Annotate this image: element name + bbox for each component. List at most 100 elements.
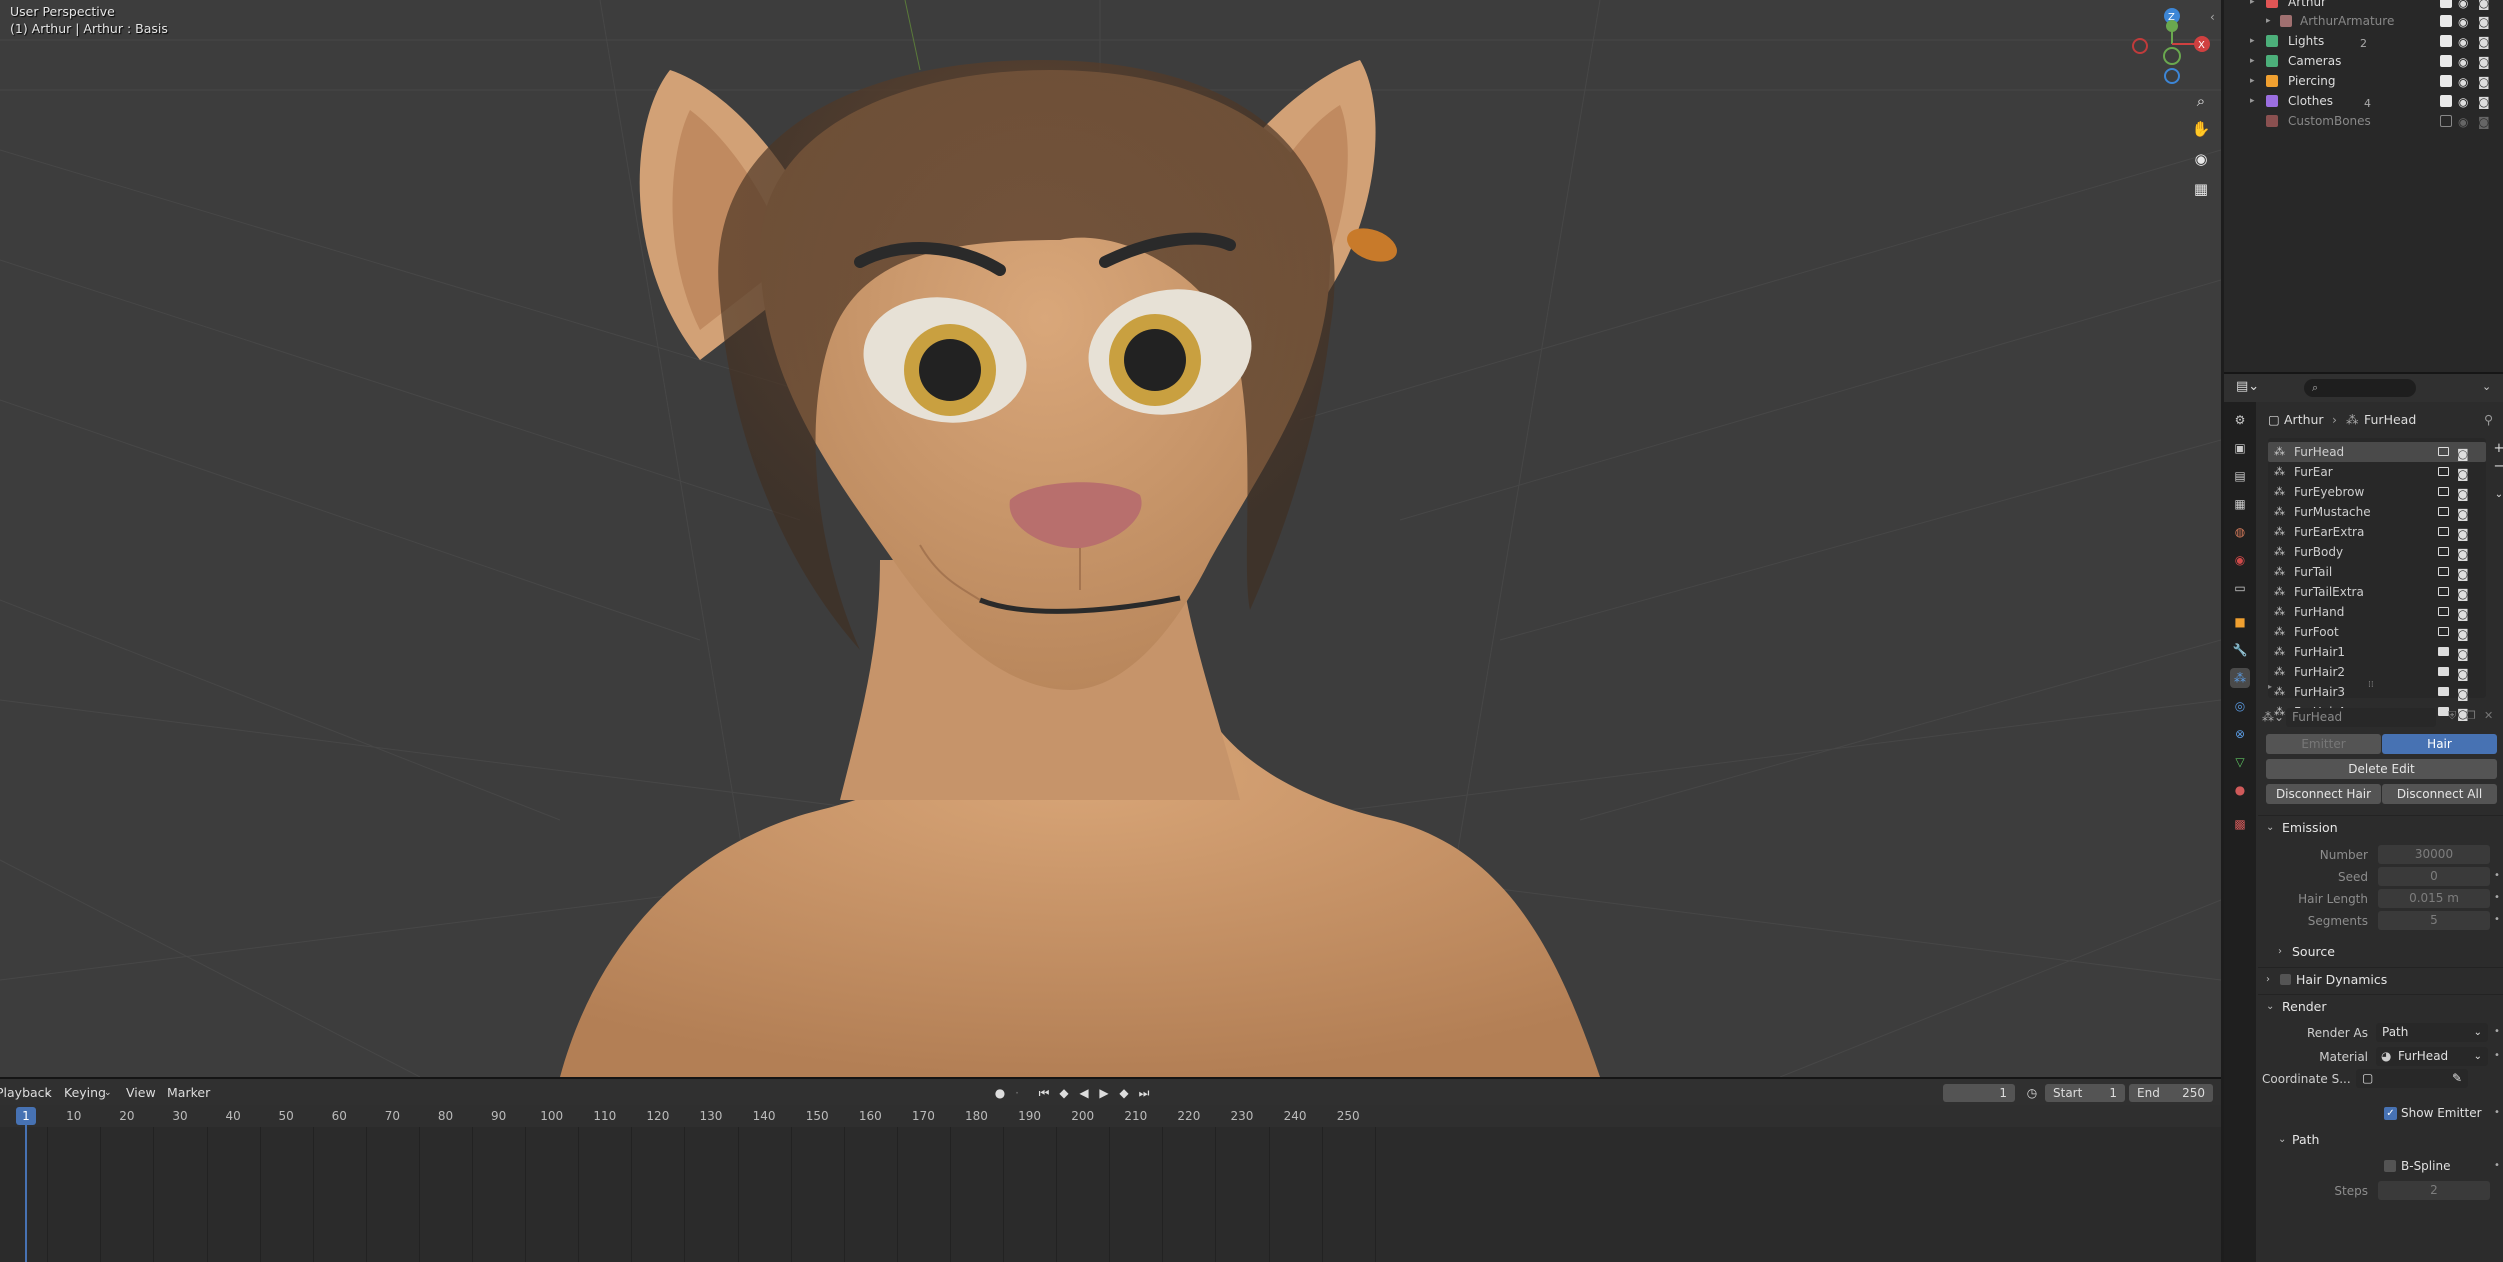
particle-system-item[interactable]: ⁂ FurHead ◙ bbox=[2268, 442, 2486, 462]
particle-system-item[interactable]: ⁂ FurEyebrow ◙ bbox=[2268, 482, 2486, 502]
menu-view[interactable]: View bbox=[126, 1085, 156, 1100]
editor-type-icon[interactable]: ▤⌄ bbox=[2236, 379, 2260, 397]
render-camera-icon[interactable]: ◙ bbox=[2457, 624, 2469, 644]
menu-keying[interactable]: Keying bbox=[64, 1085, 106, 1100]
collection-tab-icon[interactable]: ▭ bbox=[2230, 578, 2250, 598]
playhead-line[interactable] bbox=[25, 1125, 27, 1262]
exclude-checkbox[interactable] bbox=[2440, 95, 2452, 107]
hair-length-field[interactable]: 0.015 m bbox=[2378, 889, 2490, 908]
keyframe-dot-icon[interactable]: • bbox=[2494, 914, 2500, 925]
view-layer-tab-icon[interactable]: ▦ bbox=[2230, 494, 2250, 514]
record-options-icon[interactable]: · bbox=[1012, 1084, 1022, 1102]
steps-field[interactable]: 2 bbox=[2378, 1181, 2490, 1200]
particle-system-item[interactable]: ⁂ FurTailExtra ◙ bbox=[2268, 582, 2486, 602]
outliner-row[interactable]: ▸ Piercing ◉ ◙ bbox=[2224, 71, 2503, 91]
particle-system-item[interactable]: ⁂ FurFoot ◙ bbox=[2268, 622, 2486, 642]
expand-arrow-icon[interactable]: ▸ bbox=[2250, 31, 2255, 51]
modifier-wrench-icon[interactable]: 🔧 bbox=[2230, 640, 2250, 660]
expand-arrow-icon[interactable]: ▸ bbox=[2250, 71, 2255, 91]
render-camera-icon[interactable]: ◙ bbox=[2478, 12, 2490, 32]
render-camera-icon[interactable]: ◙ bbox=[2457, 664, 2469, 684]
render-camera-icon[interactable]: ◙ bbox=[2478, 92, 2490, 112]
viewport-display-toggle-icon[interactable] bbox=[2438, 667, 2449, 676]
disconnect-hair-button[interactable]: Disconnect Hair bbox=[2266, 784, 2381, 804]
resize-grip-icon[interactable]: ⁞⁞ bbox=[2368, 680, 2374, 690]
outliner-row[interactable]: ▸ Clothes 4 ◉ ◙ bbox=[2224, 91, 2503, 111]
world-tab-icon[interactable]: ◉ bbox=[2230, 550, 2250, 570]
particle-system-item[interactable]: ⁂ FurHair1 ◙ bbox=[2268, 642, 2486, 662]
viewport-display-toggle-icon[interactable] bbox=[2438, 487, 2449, 496]
render-camera-icon[interactable]: ◙ bbox=[2478, 72, 2490, 92]
physics-tab-icon[interactable]: ◎ bbox=[2230, 696, 2250, 716]
hand-pan-icon[interactable]: ✋ bbox=[2188, 116, 2214, 142]
record-icon[interactable]: ● bbox=[990, 1084, 1010, 1102]
viewport-display-toggle-icon[interactable] bbox=[2438, 587, 2449, 596]
outliner-row[interactable]: CustomBones ◉ ◙ bbox=[2224, 111, 2503, 131]
viewport-display-toggle-icon[interactable] bbox=[2438, 687, 2449, 696]
render-camera-icon[interactable]: ◙ bbox=[2457, 524, 2469, 544]
keyframe-dot-icon[interactable]: • bbox=[2494, 1050, 2500, 1061]
end-frame-field[interactable]: End 250 bbox=[2129, 1084, 2213, 1102]
collapse-chevron-icon[interactable]: ‹ bbox=[2210, 10, 2215, 24]
particle-system-item[interactable]: ⁂ FurBody ◙ bbox=[2268, 542, 2486, 562]
expand-arrow-icon[interactable]: ▸ bbox=[2268, 682, 2272, 691]
search-input[interactable]: ⌕ bbox=[2304, 379, 2416, 397]
object-tab-icon[interactable]: ■ bbox=[2230, 612, 2250, 632]
outliner-panel[interactable]: ▸ Arthur ◉ ◙ ▸ ArthurArmature ◉ ◙ ▸ Lights 2 ◉ ◙ ▸ Cam… bbox=[2224, 0, 2503, 372]
render-camera-icon[interactable]: ◙ bbox=[2478, 112, 2490, 132]
viewport-display-toggle-icon[interactable] bbox=[2438, 527, 2449, 536]
constraints-tab-icon[interactable]: ⊗ bbox=[2230, 724, 2250, 744]
play-reverse-icon[interactable]: ◀ bbox=[1075, 1084, 1093, 1102]
add-system-button[interactable]: + bbox=[2492, 442, 2503, 456]
render-camera-icon[interactable]: ◙ bbox=[2478, 32, 2490, 52]
fake-user-shield-icon[interactable]: ⛨ bbox=[2448, 709, 2456, 723]
render-camera-icon[interactable]: ◙ bbox=[2457, 464, 2469, 484]
remove-system-button[interactable]: − bbox=[2492, 460, 2503, 474]
clock-icon[interactable]: ◷ bbox=[2024, 1084, 2040, 1102]
playhead-frame-indicator[interactable]: 1 bbox=[16, 1107, 36, 1125]
render-camera-icon[interactable]: ◙ bbox=[2457, 504, 2469, 524]
disconnect-all-button[interactable]: Disconnect All bbox=[2382, 784, 2497, 804]
render-camera-icon[interactable]: ◙ bbox=[2457, 484, 2469, 504]
exclude-checkbox[interactable] bbox=[2440, 15, 2452, 27]
exclude-checkbox[interactable] bbox=[2440, 75, 2452, 87]
eye-icon[interactable]: ◉ bbox=[2458, 12, 2468, 32]
type-hair-button[interactable]: Hair bbox=[2382, 734, 2497, 754]
render-camera-icon[interactable]: ◙ bbox=[2457, 564, 2469, 584]
path-subpanel-header[interactable]: ⌄ Path bbox=[2258, 1128, 2503, 1152]
outliner-row[interactable]: ▸ ArthurArmature ◉ ◙ bbox=[2224, 11, 2503, 31]
exclude-checkbox[interactable] bbox=[2440, 55, 2452, 67]
start-frame-field[interactable]: Start 1 bbox=[2045, 1084, 2125, 1102]
particle-system-item[interactable]: ⁂ FurMustache ◙ bbox=[2268, 502, 2486, 522]
particle-system-list[interactable]: ⁂ FurHead ◙ ⁂ FurEar ◙ ⁂ FurEyebrow ◙ ⁂ FurMustach… bbox=[2268, 438, 2486, 721]
delete-edit-button[interactable]: Delete Edit bbox=[2266, 759, 2497, 779]
material-dropdown[interactable]: ◕ FurHead ⌄ bbox=[2376, 1047, 2488, 1066]
render-camera-icon[interactable]: ◙ bbox=[2457, 444, 2469, 464]
viewport-display-toggle-icon[interactable] bbox=[2438, 467, 2449, 476]
pin-icon[interactable]: ⚲ bbox=[2484, 412, 2493, 427]
zoom-icon[interactable]: ⌕ bbox=[2188, 88, 2214, 114]
scene-tab-icon[interactable]: ◍ bbox=[2230, 522, 2250, 542]
expand-arrow-icon[interactable]: ▸ bbox=[2266, 11, 2271, 31]
jump-end-icon[interactable]: ⏭ bbox=[1135, 1084, 1153, 1102]
number-field[interactable]: 30000 bbox=[2378, 845, 2490, 864]
particle-system-item[interactable]: ⁂ FurTail ◙ bbox=[2268, 562, 2486, 582]
keyframe-dot-icon[interactable]: • bbox=[2494, 892, 2500, 903]
outliner-row[interactable]: ▸ Cameras ◉ ◙ bbox=[2224, 51, 2503, 71]
render-camera-icon[interactable]: ◙ bbox=[2457, 584, 2469, 604]
viewport-display-toggle-icon[interactable] bbox=[2438, 647, 2449, 656]
render-camera-icon[interactable]: ◙ bbox=[2457, 544, 2469, 564]
current-frame-field[interactable]: 1 bbox=[1943, 1084, 2015, 1102]
prev-keyframe-icon[interactable]: ◆ bbox=[1055, 1084, 1073, 1102]
render-camera-icon[interactable]: ◙ bbox=[2478, 52, 2490, 72]
exclude-checkbox[interactable] bbox=[2440, 35, 2452, 47]
camera-view-icon[interactable]: ◉ bbox=[2188, 146, 2214, 172]
next-keyframe-icon[interactable]: ◆ bbox=[1115, 1084, 1133, 1102]
viewport-display-toggle-icon[interactable] bbox=[2438, 627, 2449, 636]
render-camera-icon[interactable]: ◙ bbox=[2457, 644, 2469, 664]
viewport-display-toggle-icon[interactable] bbox=[2438, 607, 2449, 616]
particle-system-item[interactable]: ⁂ FurHair3 ◙ bbox=[2268, 682, 2486, 702]
data-tab-icon[interactable]: ▽ bbox=[2230, 752, 2250, 772]
particle-system-item[interactable]: ⁂ FurEar ◙ bbox=[2268, 462, 2486, 482]
unlink-close-icon[interactable]: ✕ bbox=[2484, 709, 2493, 722]
